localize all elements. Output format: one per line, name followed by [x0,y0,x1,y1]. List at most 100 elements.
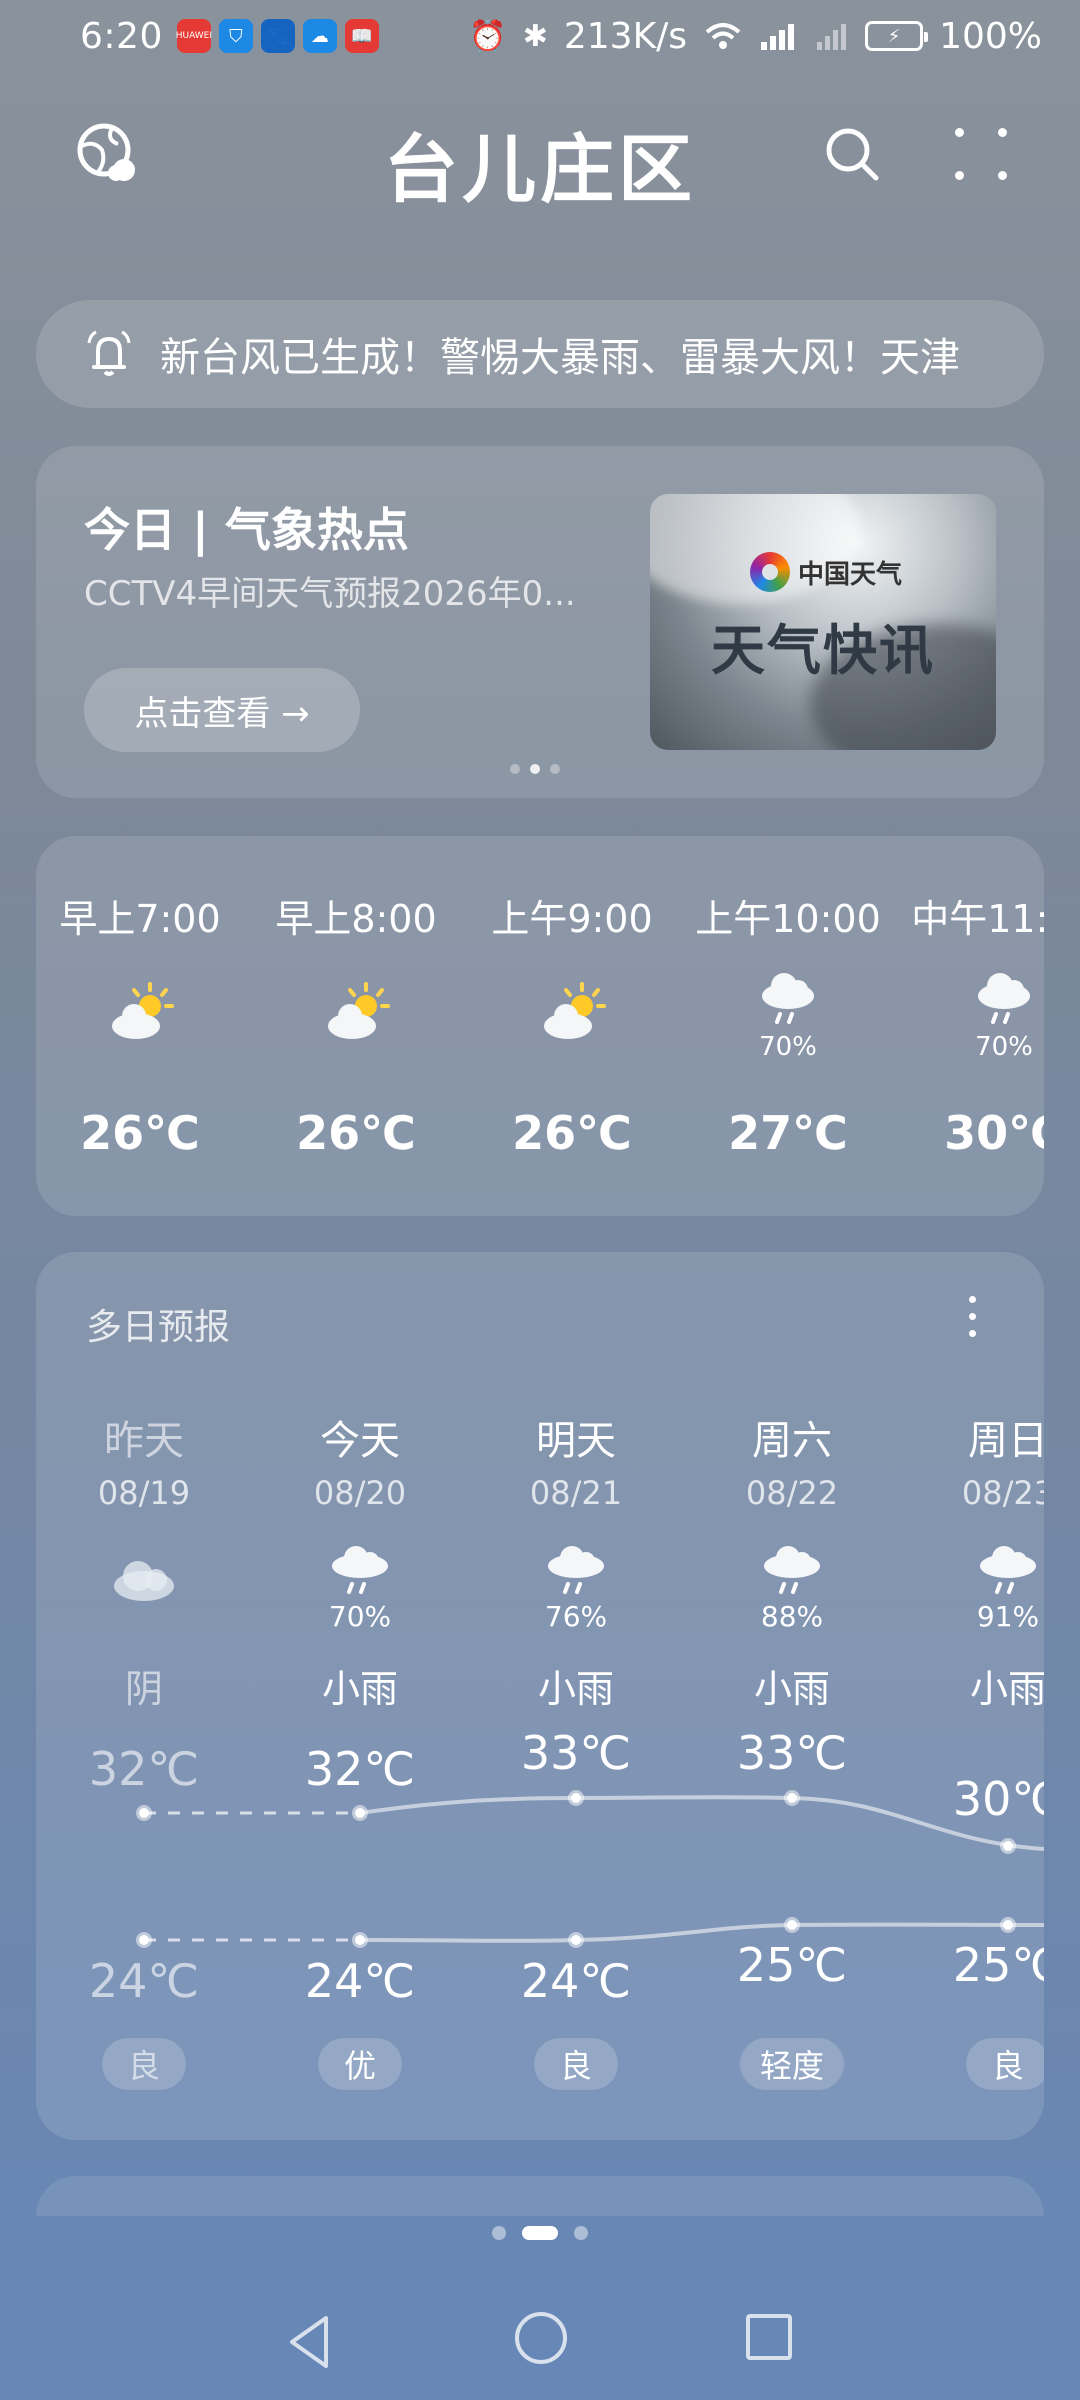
carousel-dot [550,764,560,774]
page-dot[interactable] [492,2226,506,2240]
weather-hot-topic-card[interactable]: 今日 | 气象热点 CCTV4早间天气预报2026年0... 点击查看 → 中国… [36,446,1044,798]
high-temp-point [1000,1838,1016,1854]
day-high-temp: 33℃ [736,1726,848,1780]
status-time: 6:20 [80,15,163,57]
hour-temp: 26℃ [296,1106,416,1160]
hour-temp: 26℃ [80,1106,200,1160]
hour-temp: 30℃ [944,1106,1044,1160]
more-grid-icon[interactable] [955,128,1011,184]
day-date: 08/19 [97,1474,191,1512]
day-name: 周六 [752,1418,832,1464]
day-precip-chance: 70% [328,1600,392,1633]
search-icon[interactable] [822,124,882,184]
aqi-badge: 轻度 [740,2038,844,2090]
hour-precip-chance: 70% [759,1032,817,1062]
day-condition: 小雨 [753,1667,830,1711]
aqi-badge: 良 [966,2038,1044,2090]
daily-forecast-card[interactable]: 多日预报 昨天 08/19 阴 32℃ 24℃ 良 今天 08/20 70% 小… [36,1252,1044,2140]
hourly-forecast-card[interactable]: 早上7:00 26℃ 早上8:00 26℃ 上午9:00 26℃ 上午10:00… [36,836,1044,1216]
hot-topic-subtitle: CCTV4早间天气预报2026年0... [84,574,576,614]
view-button[interactable]: 点击查看 → [84,668,360,752]
hour-precip-chance: 70% [975,1032,1033,1062]
hour-temp: 26℃ [512,1106,632,1160]
battery-icon: ⚡ [865,21,929,51]
day-precip-chance: 91% [976,1600,1040,1633]
day-low-temp: 24℃ [304,1954,416,2008]
low-temp-point [352,1932,368,1948]
status-bar: 6:20 HUAWEI ⛉ 🐾 ☁ 📖 ⏰ ✱ 213K/s ⚡ 100% [0,0,1080,72]
day-name: 明天 [536,1418,616,1464]
day-date: 08/21 [529,1474,623,1512]
partly-sunny-icon [328,982,390,1039]
signal-empty-icon [817,24,847,50]
day-condition: 阴 [124,1667,163,1711]
status-app-icons: HUAWEI ⛉ 🐾 ☁ 📖 [176,19,379,53]
low-temp-point [1000,1917,1016,1933]
hour-temp: 27℃ [728,1106,848,1160]
day-precip-chance: 76% [544,1600,608,1633]
more-dot [955,171,964,180]
low-temp-point [568,1932,584,1948]
baidu-app-icon: 🐾 [260,19,295,53]
aqi-badge: 良 [102,2038,186,2090]
china-weather-logo-text: 中国天气 [798,559,903,590]
recent-square-icon[interactable] [746,2314,792,2360]
carousel-indicator [510,764,560,774]
low-temp-point [784,1917,800,1933]
page-dot[interactable] [574,2226,588,2240]
rain-cloud-icon [332,1546,388,1594]
bluetooth-icon: ✱ [522,18,548,54]
day-low-temp: 24℃ [520,1954,632,2008]
day-high-temp: 32℃ [88,1742,200,1796]
back-triangle-icon[interactable] [282,2312,342,2372]
battery-percent: 100% [939,15,1042,57]
cloudy-icon [114,1561,174,1601]
rain-cloud-icon [548,1546,604,1594]
weather-alert-banner[interactable]: 新台风已生成！警惕大暴雨、雷暴大风！天津 [36,300,1044,408]
partly-sunny-icon [112,982,174,1039]
home-circle-icon[interactable] [515,2312,567,2364]
page-indicator [0,2226,1080,2240]
signal-icon [761,24,795,50]
more-dot [955,128,964,137]
page-dot-active[interactable] [522,2226,558,2240]
carousel-dot [530,764,540,774]
rain-cloud-icon [764,1546,820,1594]
aqi-badge: 优 [318,2038,402,2090]
china-weather-logo-icon [750,552,790,592]
partly-sunny-icon [544,982,606,1039]
day-date: 08/22 [745,1474,839,1512]
day-high-temp: 30℃ [952,1772,1044,1826]
day-precip-chance: 88% [760,1600,824,1633]
system-navigation-bar [0,2300,1080,2400]
weather-app-icon: ☁ [302,19,337,53]
high-temp-point [352,1805,368,1821]
alert-text: 新台风已生成！警惕大暴雨、雷暴大风！天津 [160,335,960,381]
alarm-icon: ⏰ [469,18,507,54]
day-name: 今天 [320,1418,400,1464]
wifi-icon [705,23,741,49]
weather-news-thumbnail[interactable]: 中国天气 天气快讯 [650,494,996,750]
book-app-icon: 📖 [344,19,379,53]
day-low-temp: 25℃ [952,1938,1044,1992]
day-name: 周日 [968,1418,1044,1464]
day-name: 昨天 [104,1418,184,1464]
day-condition: 小雨 [321,1667,398,1711]
high-temp-point [568,1790,584,1806]
thumbnail-title: 天气快讯 [711,619,935,682]
high-temp-point [136,1805,152,1821]
china-weather-logo: 中国天气 [750,552,902,592]
hot-topic-title: 今日 | 气象热点 [84,503,409,557]
day-high-temp: 33℃ [520,1726,632,1780]
more-dot [998,171,1007,180]
hour-time: 早上7:00 [59,897,221,941]
day-date: 08/23 [961,1474,1044,1512]
day-condition: 小雨 [537,1667,614,1711]
hour-time: 早上8:00 [275,897,437,941]
bell-icon [87,330,131,376]
day-low-temp: 24℃ [88,1954,200,2008]
rain-cloud-icon [980,1546,1036,1594]
carousel-dot [510,764,520,774]
high-temp-point [784,1790,800,1806]
page-title: 台儿庄区 [384,127,696,213]
